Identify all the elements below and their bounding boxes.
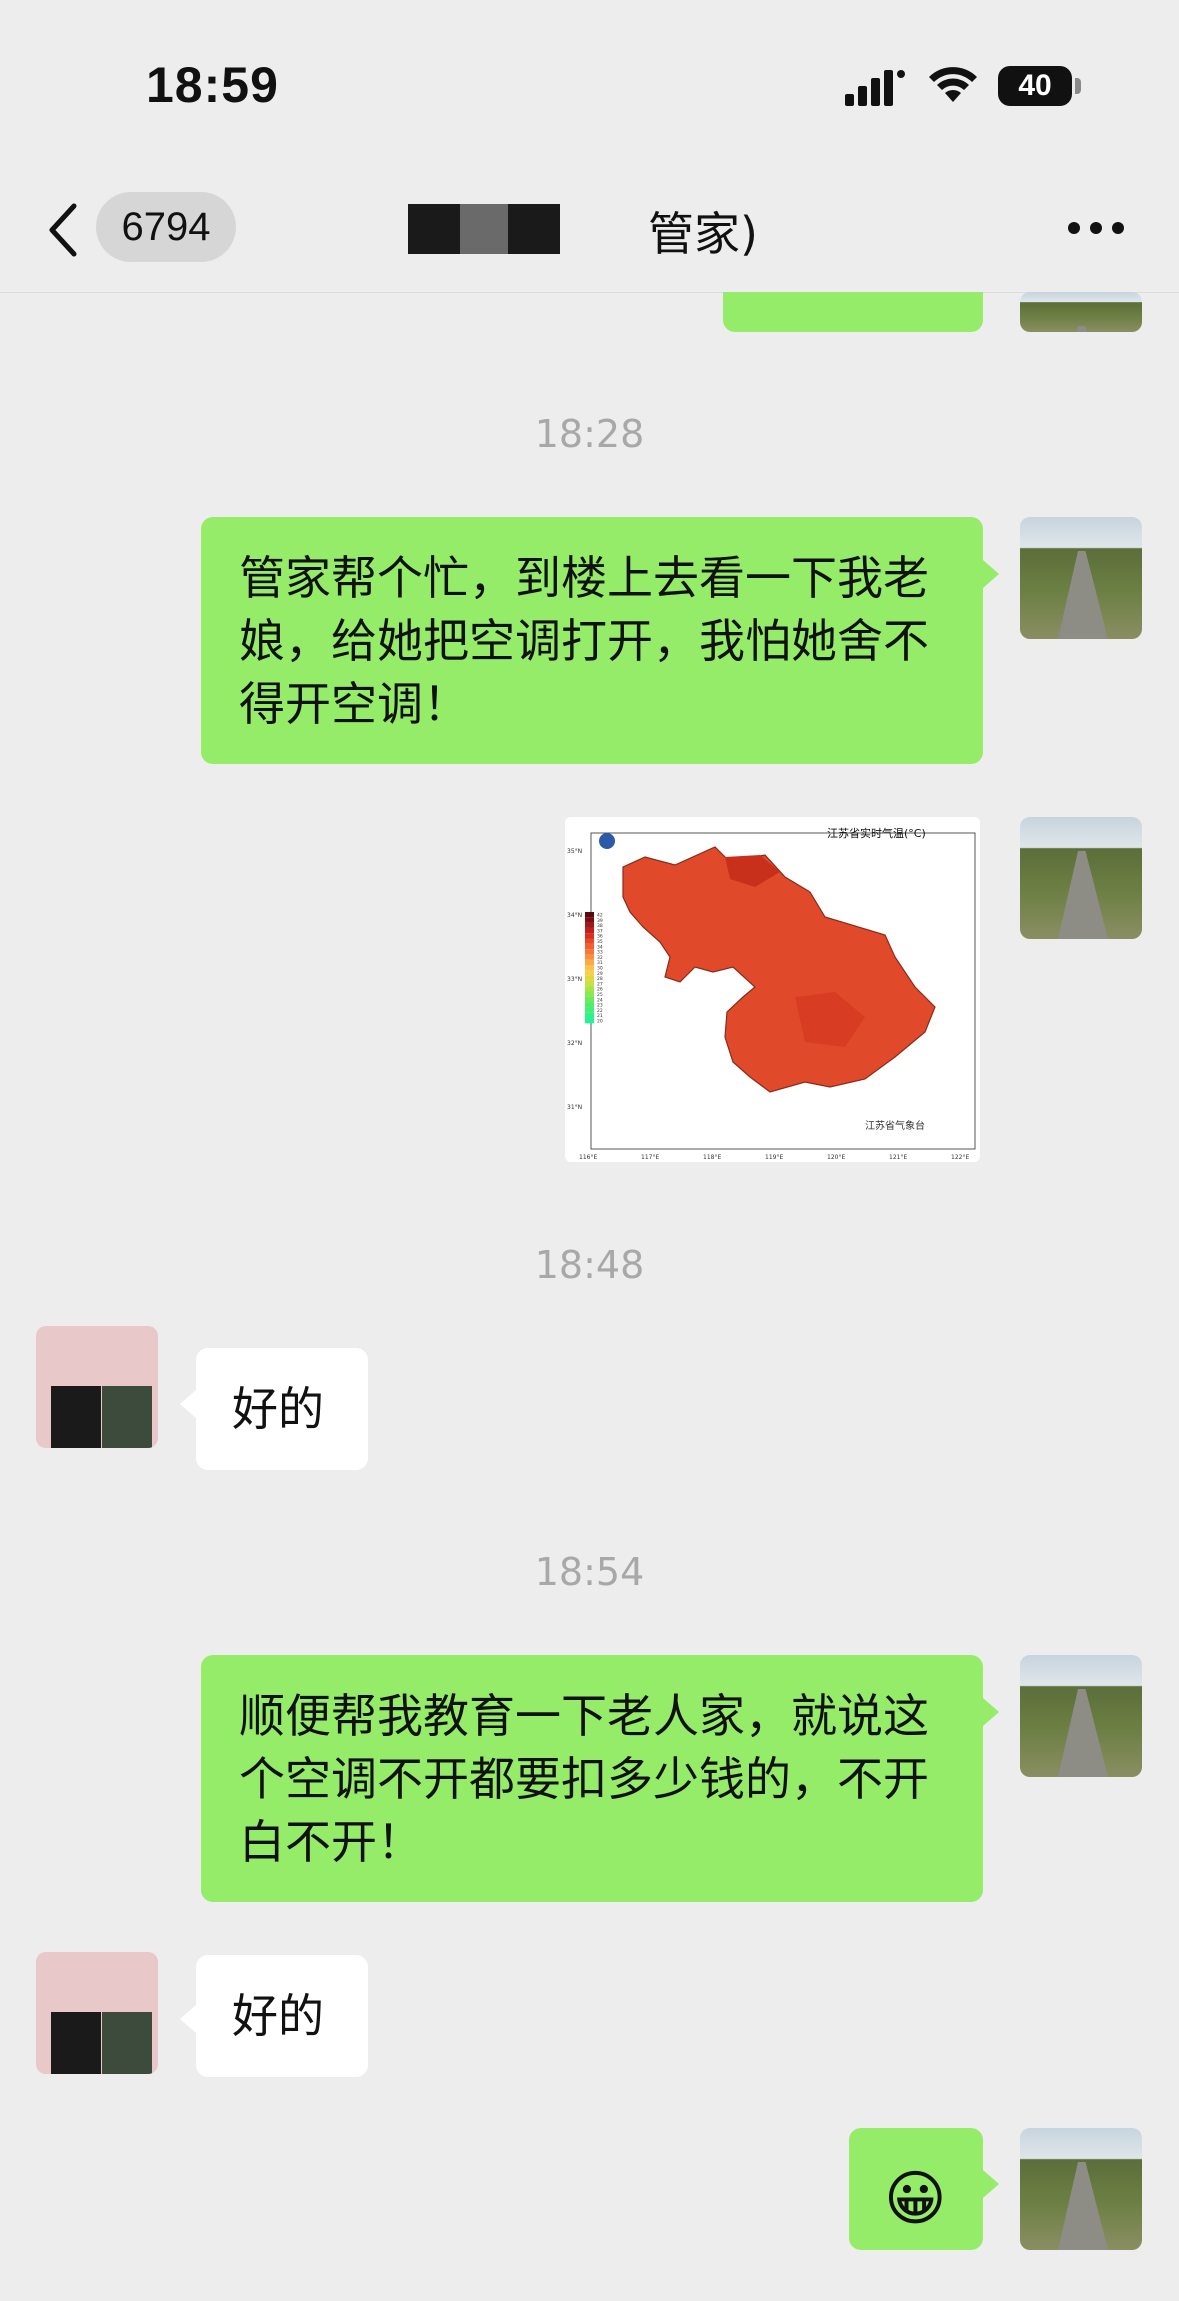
my-avatar[interactable] [1020,517,1142,639]
message-bubble[interactable]: 顺便帮我教育一下老人家，就说这个空调不开都要扣多少钱的，不开白不开！ [201,1655,983,1902]
message-text: 顺便帮我教育一下老人家，就说这个空调不开都要扣多少钱的，不开白不开！ [239,1689,929,1869]
legend-swatch [585,975,594,981]
bubble-tail [180,2005,196,2033]
legend-label: 35 [597,939,603,945]
bubble-tail [983,1698,999,1726]
my-avatar[interactable] [1020,292,1142,332]
status-time: 18:59 [146,57,279,113]
timestamp: 18:54 [534,1550,645,1594]
battery-cap [1075,78,1081,94]
legend-label: 42 [597,913,603,919]
longitude-label: 116°E [579,1154,597,1161]
message-bubble[interactable]: 好的 [196,1348,368,1470]
legend-label: 25 [597,992,603,998]
legend-label: 36 [597,934,603,940]
legend-swatch [585,933,594,939]
legend-swatch [585,1002,594,1008]
legend-swatch [585,991,594,997]
legend-swatch [585,980,594,987]
timestamp: 18:48 [534,1243,645,1287]
latitude-label: 31°N [567,1104,582,1111]
legend-label: 32 [597,955,603,961]
message-text: 好的 [232,1382,324,1436]
legend-swatch [585,1018,594,1024]
legend-label: 39 [597,918,603,924]
longitude-label: 118°E [703,1154,721,1161]
legend-label: 24 [597,997,603,1003]
latitude-label: 35°N [567,848,582,855]
longitude-label: 117°E [641,1154,659,1161]
wifi-icon [929,67,977,102]
legend-swatch [585,986,594,992]
legend-swatch [585,943,594,950]
contact-avatar[interactable] [36,1326,158,1448]
legend-label: 23 [597,1003,603,1009]
legend-swatch [585,1007,594,1013]
timestamp: 18:28 [534,412,645,456]
legend-swatch [585,1012,594,1018]
meteorological-logo [599,833,615,849]
battery-level: 40 [1018,69,1052,102]
legend-swatch [585,938,594,944]
unread-count-badge[interactable]: 6794 [96,192,236,262]
latitude-label: 34°N [567,912,582,919]
longitude-label: 121°E [889,1154,907,1161]
legend-swatch [585,996,594,1003]
legend-label: 21 [597,1013,603,1019]
cellular-signal-icon [845,70,905,106]
longitude-label: 122°E [951,1154,969,1161]
message-text: 好的 [232,1989,324,2043]
map-title: 江苏省实时气温(°C) [827,826,926,840]
redacted-name-gray [460,204,508,254]
legend-label: 28 [597,976,603,982]
legend-label: 38 [597,923,603,929]
longitude-label: 120°E [827,1154,845,1161]
legend-label: 30 [597,966,603,972]
my-avatar[interactable] [1020,2128,1142,2250]
legend-label: 33 [597,950,603,956]
contact-avatar[interactable] [36,1952,158,2074]
bubble-tail [180,1390,196,1418]
longitude-label: 119°E [765,1154,783,1161]
message-bubble-partial[interactable] [723,292,983,332]
chat-header: 6794 管家) [0,170,1179,293]
my-avatar[interactable] [1020,1655,1142,1777]
chat-title: 管家) [648,207,758,261]
latitude-label: 33°N [567,976,582,983]
legend-swatch [585,949,594,955]
message-bubble[interactable]: 管家帮个忙，到楼上去看一下我老娘，给她把空调打开，我怕她舍不得开空调！ [201,517,983,764]
smiley-emoji-icon: 😀 [884,2164,947,2234]
legend-swatch [585,959,594,965]
legend-label: 34 [597,944,603,950]
legend-label: 37 [597,928,603,934]
legend-swatch [585,917,594,923]
legend-label: 31 [597,960,603,966]
status-bar: 18:59 40 [0,0,1179,170]
map-source: 江苏省气象台 [865,1119,925,1132]
legend-swatch [585,922,594,928]
my-avatar[interactable] [1020,817,1142,939]
legend-swatch [585,912,594,918]
temperature-map-image[interactable]: 江苏省实时气温(°C) 江苏省气象台 42 39 38 37 36 35 34 33 32 31 3… [565,817,980,1162]
back-chevron-icon[interactable] [44,200,80,260]
bubble-tail [983,2170,999,2198]
message-bubble[interactable]: 好的 [196,1955,368,2077]
latitude-label: 32°N [567,1040,582,1047]
legend-swatch [585,965,594,971]
temperature-legend: 4239383736353433323130292827262524232221… [585,912,603,1025]
legend-label: 22 [597,1008,603,1014]
map-svg: 江苏省实时气温(°C) 江苏省气象台 423938373635343332313… [565,817,980,1162]
legend-label: 20 [597,1019,603,1025]
battery-icon: 40 [998,66,1072,106]
legend-swatch [585,927,594,934]
legend-label: 27 [597,981,603,987]
legend-label: 29 [597,971,603,977]
bubble-tail [983,560,999,588]
legend-swatch [585,970,594,976]
more-options-icon[interactable] [1066,220,1126,236]
message-text: 管家帮个忙，到楼上去看一下我老娘，给她把空调打开，我怕她舍不得开空调！ [239,551,929,731]
legend-label: 26 [597,987,603,993]
legend-swatch [585,954,594,960]
